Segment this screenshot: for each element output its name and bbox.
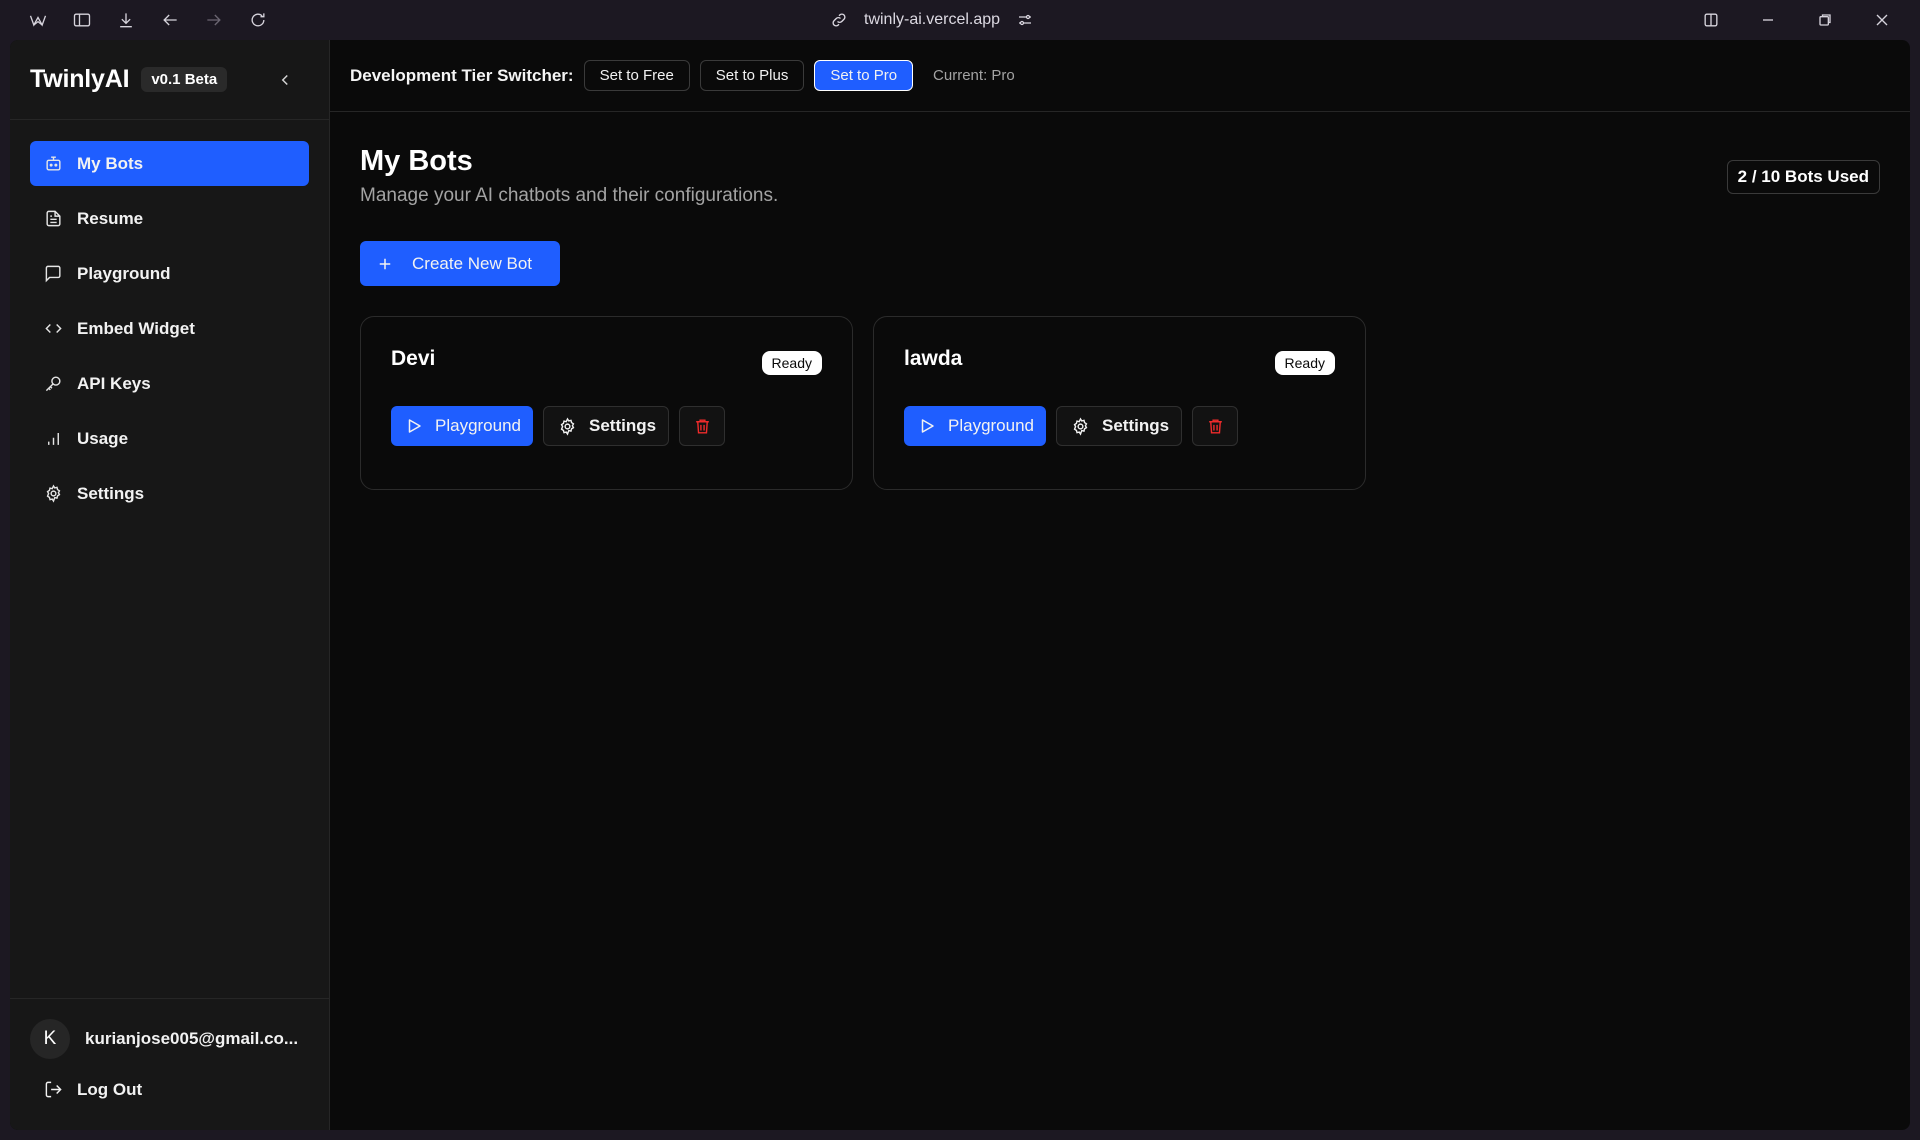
site-settings-icon[interactable] (1016, 11, 1034, 29)
settings-button-label: Settings (1102, 416, 1170, 435)
restore-icon[interactable] (1796, 0, 1853, 40)
create-new-bot-label: Create New Bot (412, 253, 532, 273)
sidebar-header: TwinlyAI v0.1 Beta (10, 40, 329, 120)
sidebar-toggle-icon[interactable] (60, 0, 104, 40)
url-text[interactable]: twinly-ai.vercel.app (864, 11, 1000, 29)
version-badge: v0.1 Beta (141, 67, 228, 92)
sidebar-item-label: Settings (77, 483, 145, 503)
settings-button-label: Settings (589, 416, 657, 435)
tier-switcher-bar: Development Tier Switcher: Set to Free S… (330, 40, 1910, 112)
back-arrow-icon[interactable] (148, 0, 192, 40)
user-account[interactable]: K kurianjose005@gmail.co... (30, 1019, 309, 1059)
brand-name: TwinlyAI (30, 65, 130, 93)
browser-logo-icon[interactable] (16, 0, 60, 40)
forward-arrow-icon[interactable] (192, 0, 236, 40)
page-title: My Bots (360, 145, 473, 177)
sidebar-item-resume[interactable]: Resume (30, 196, 309, 241)
browser-toolbar: twinly-ai.vercel.app (0, 0, 1920, 40)
reload-icon[interactable] (236, 0, 280, 40)
chevron-left-icon (281, 74, 288, 86)
avatar: K (30, 1019, 70, 1059)
bot-name: Devi (391, 347, 436, 370)
playground-button-label: Playground (435, 416, 522, 435)
logout-icon (44, 1080, 63, 1099)
playground-button[interactable]: Playground (391, 406, 534, 446)
set-plus-button[interactable]: Set to Plus (699, 60, 805, 91)
trash-icon (693, 417, 712, 436)
bot-name: lawda (904, 347, 963, 370)
sidebar-item-settings[interactable]: Settings (30, 471, 309, 516)
bots-usage-badge: 2 / 10 Bots Used (1726, 160, 1880, 194)
sidebar-nav: My Bots Resume Playground Embed Widget A… (10, 120, 329, 516)
bot-card-list: Devi Ready Playground Settings lawda Rea… (360, 316, 1880, 490)
logout-label: Log Out (77, 1079, 143, 1099)
playground-button[interactable]: Playground (904, 406, 1047, 446)
main-content: Development Tier Switcher: Set to Free S… (330, 40, 1910, 1130)
bot-icon (44, 154, 63, 173)
download-icon[interactable] (104, 0, 148, 40)
file-text-icon (44, 209, 63, 228)
close-window-icon[interactable] (1853, 0, 1910, 40)
split-view-icon[interactable] (1682, 0, 1739, 40)
key-icon (44, 374, 63, 393)
sidebar-item-usage[interactable]: Usage (30, 416, 309, 461)
play-icon (405, 417, 423, 435)
sidebar-item-label: Playground (77, 263, 171, 283)
status-badge: Ready (1274, 351, 1335, 375)
sidebar-item-api-keys[interactable]: API Keys (30, 361, 309, 406)
bots-page: My Bots Manage your AI chatbots and thei… (330, 112, 1910, 490)
bot-settings-button[interactable]: Settings (1056, 406, 1183, 446)
play-icon (918, 417, 936, 435)
link-icon (830, 11, 848, 29)
playground-button-label: Playground (948, 416, 1035, 435)
create-new-bot-button[interactable]: Create New Bot (360, 241, 560, 286)
sidebar-item-label: Embed Widget (77, 318, 195, 338)
bar-chart-icon (44, 429, 63, 448)
sidebar-item-label: My Bots (77, 153, 144, 173)
set-free-button[interactable]: Set to Free (583, 60, 690, 91)
bot-card-actions: Playground Settings (391, 406, 822, 446)
user-email: kurianjose005@gmail.co... (85, 1029, 299, 1048)
trash-icon (1206, 417, 1225, 436)
bot-card: lawda Ready Playground Settings (873, 316, 1366, 490)
sidebar-footer: K kurianjose005@gmail.co... Log Out (10, 998, 329, 1130)
message-square-icon (44, 264, 63, 283)
sidebar-item-playground[interactable]: Playground (30, 251, 309, 296)
gear-icon (44, 484, 63, 503)
gear-icon (1071, 417, 1090, 436)
sidebar-item-label: Usage (77, 428, 129, 448)
plus-icon (376, 255, 394, 273)
minimize-icon[interactable] (1739, 0, 1796, 40)
bot-card: Devi Ready Playground Settings (360, 316, 853, 490)
collapse-sidebar-button[interactable] (273, 68, 297, 92)
bot-card-actions: Playground Settings (904, 406, 1335, 446)
delete-bot-button[interactable] (1192, 406, 1239, 446)
sidebar-item-my-bots[interactable]: My Bots (30, 141, 309, 186)
app-window: TwinlyAI v0.1 Beta My Bots Resume Playgr… (10, 40, 1910, 1130)
current-tier-text: Current: Pro (933, 67, 1015, 84)
code-icon (44, 319, 63, 338)
set-pro-button[interactable]: Set to Pro (814, 60, 914, 91)
sidebar-item-label: Resume (77, 208, 144, 228)
sidebar-item-embed-widget[interactable]: Embed Widget (30, 306, 309, 351)
logout-button[interactable]: Log Out (30, 1067, 309, 1112)
status-badge: Ready (761, 351, 822, 375)
sidebar: TwinlyAI v0.1 Beta My Bots Resume Playgr… (10, 40, 330, 1130)
address-bar[interactable]: twinly-ai.vercel.app (830, 0, 1034, 40)
delete-bot-button[interactable] (679, 406, 726, 446)
tier-switcher-label: Development Tier Switcher: (350, 65, 574, 85)
bot-settings-button[interactable]: Settings (543, 406, 670, 446)
gear-icon (558, 417, 577, 436)
page-subtitle: Manage your AI chatbots and their config… (360, 185, 779, 206)
sidebar-item-label: API Keys (77, 373, 151, 393)
